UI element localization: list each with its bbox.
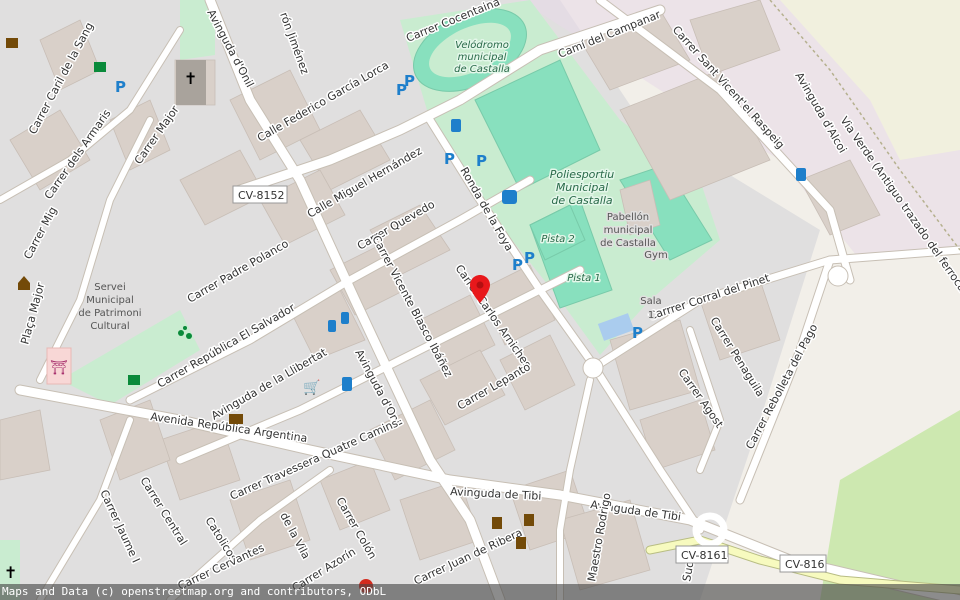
svg-text:CV-8152: CV-8152	[238, 189, 285, 202]
parking-icon: P	[115, 78, 126, 96]
servei-label-1: Servei	[94, 282, 125, 293]
pabellon-label-3: de Castalla	[600, 238, 656, 249]
pista2-label: Pista 2	[541, 234, 575, 245]
velodromo-label-2: municipal	[458, 52, 507, 63]
velodromo-label-1: Velódromo	[455, 39, 509, 51]
svg-text:CV-8161: CV-8161	[681, 549, 728, 562]
pista1-label: Pista 1	[567, 273, 601, 284]
pabellon-label-1: Pabellón	[607, 211, 649, 223]
sala1-label-1: Sala	[640, 296, 661, 307]
fuel-icon	[796, 168, 806, 181]
pabellon-label-2: municipal	[604, 225, 653, 236]
road-shield-cv8152: CV-8152	[232, 185, 288, 204]
church-icon: ✝	[4, 563, 17, 582]
drinking-water-icon	[6, 38, 18, 48]
parking-icon: P	[404, 72, 415, 90]
poliesportiu-label-3: de Castalla	[551, 194, 613, 207]
bus-stop-icon	[341, 312, 349, 324]
fuel-icon	[451, 119, 461, 132]
gym-label: Gym	[644, 250, 667, 261]
road-shield-cv816: CV-816	[779, 554, 827, 573]
road-shield-cv8161: CV-8161	[675, 545, 729, 564]
velodromo-label-3: de Castalla	[454, 64, 510, 75]
parking-icon: P	[524, 249, 535, 267]
servei-label-4: Cultural	[90, 321, 129, 332]
drinking-water-icon	[128, 375, 140, 385]
map-attribution: Maps and Data (c) openstreetmap.org and …	[0, 584, 960, 600]
poliesportiu-label-1: Poliesportiu	[550, 168, 615, 181]
parking-icon: P	[476, 152, 487, 170]
bus-stop-icon	[328, 320, 336, 332]
poliesportiu-label-2: Municipal	[556, 181, 608, 194]
svg-text:CV-816: CV-816	[785, 558, 825, 571]
servei-label-3: de Patrimoni	[78, 308, 141, 319]
bank-icon	[229, 414, 243, 424]
parking-icon: P	[512, 256, 523, 274]
drinking-water-icon	[94, 62, 106, 72]
church-icon: ✝	[184, 69, 197, 88]
parking-icon: P	[632, 324, 643, 342]
sala1-label-2: 1	[648, 310, 654, 321]
map-canvas[interactable]: Carrer Caril de la Sang Carrer dels Arma…	[0, 0, 960, 600]
servei-label-2: Municipal	[86, 295, 134, 306]
theatre-icon: ⛩	[50, 360, 68, 376]
shopping-cart-icon: 🛒	[303, 379, 320, 396]
bus-stop-icon	[502, 190, 517, 204]
parking-icon: P	[444, 150, 455, 168]
location-pin-icon[interactable]	[470, 275, 490, 303]
charging-station-icon	[342, 377, 352, 391]
